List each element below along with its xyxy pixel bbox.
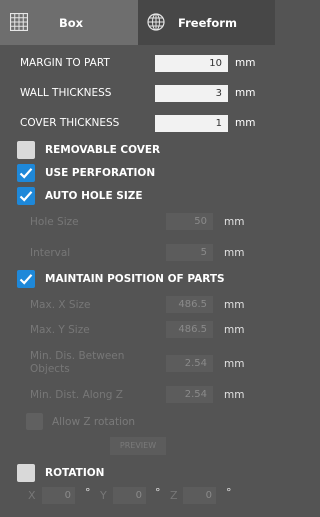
- min-dis-objects-label-line2: Objects: [30, 363, 70, 375]
- wall-thickness-unit: mm: [235, 87, 256, 99]
- tab-bar: Box Freeform: [0, 0, 275, 45]
- rotation-y-axis-label: Y: [100, 489, 107, 502]
- rotation-z-axis-label: Z: [170, 489, 178, 502]
- allow-z-rotation-label: Allow Z rotation: [52, 416, 136, 428]
- max-x-label: Max. X Size: [30, 299, 91, 311]
- min-dist-z-input[interactable]: 2.54: [166, 386, 213, 403]
- tab-box-label: Box: [58, 15, 84, 30]
- rotation-x-input[interactable]: 0: [42, 487, 75, 504]
- interval-label: Interval: [30, 247, 71, 259]
- checkmark-icon: [19, 168, 33, 179]
- min-dis-objects-unit: mm: [224, 358, 245, 370]
- max-x-input[interactable]: 486.5: [166, 296, 213, 313]
- min-dis-objects-input[interactable]: 2.54: [166, 355, 213, 372]
- use-perforation-label: USE PERFORATION: [45, 167, 156, 179]
- cover-thickness-label: COVER THICKNESS: [20, 117, 120, 129]
- checkmark-icon: [19, 274, 33, 285]
- use-perforation-checkbox[interactable]: [17, 164, 35, 182]
- rotation-y-input[interactable]: 0: [113, 487, 146, 504]
- rotation-y-unit: °: [155, 486, 161, 499]
- maintain-position-label: MAINTAIN POSITION OF PARTS: [45, 273, 225, 285]
- interval-input[interactable]: 5: [166, 244, 213, 261]
- preview-button[interactable]: PREVIEW: [110, 437, 166, 455]
- rotation-label: ROTATION: [45, 467, 105, 479]
- checkmark-icon: [19, 191, 33, 202]
- rotation-z-input[interactable]: 0: [183, 487, 216, 504]
- hole-size-label: Hole Size: [30, 216, 79, 228]
- tab-freeform[interactable]: Freeform: [138, 0, 275, 45]
- auto-hole-size-checkbox[interactable]: [17, 187, 35, 205]
- rotation-checkbox[interactable]: [17, 464, 35, 482]
- margin-to-part-input[interactable]: 10: [155, 55, 228, 72]
- wall-thickness-input[interactable]: 3: [155, 85, 228, 102]
- margin-to-part-label: MARGIN TO PART: [20, 57, 110, 69]
- hole-size-unit: mm: [224, 216, 245, 228]
- tab-box[interactable]: Box: [0, 0, 138, 45]
- cover-thickness-input[interactable]: 1: [155, 115, 228, 132]
- rotation-x-unit: °: [85, 486, 91, 499]
- hole-size-input[interactable]: 50: [166, 213, 213, 230]
- wall-thickness-label: WALL THICKNESS: [20, 87, 112, 99]
- interval-unit: mm: [224, 247, 245, 259]
- max-x-unit: mm: [224, 299, 245, 311]
- allow-z-rotation-checkbox[interactable]: [26, 413, 43, 430]
- min-dist-z-unit: mm: [224, 389, 245, 401]
- cover-thickness-unit: mm: [235, 117, 256, 129]
- min-dist-z-label: Min. Dist. Along Z: [30, 389, 123, 401]
- rotation-z-unit: °: [226, 486, 232, 499]
- removable-cover-label: REMOVABLE COVER: [45, 144, 161, 156]
- removable-cover-checkbox[interactable]: [17, 141, 35, 159]
- min-dis-objects-label-line1: Min. Dis. Between: [30, 350, 125, 362]
- max-y-label: Max. Y Size: [30, 324, 90, 336]
- margin-to-part-unit: mm: [235, 57, 256, 69]
- max-y-unit: mm: [224, 324, 245, 336]
- tab-freeform-label: Freeform: [178, 15, 237, 30]
- auto-hole-size-label: AUTO HOLE SIZE: [45, 190, 143, 202]
- rotation-x-axis-label: X: [28, 489, 36, 502]
- max-y-input[interactable]: 486.5: [166, 321, 213, 338]
- maintain-position-checkbox[interactable]: [17, 270, 35, 288]
